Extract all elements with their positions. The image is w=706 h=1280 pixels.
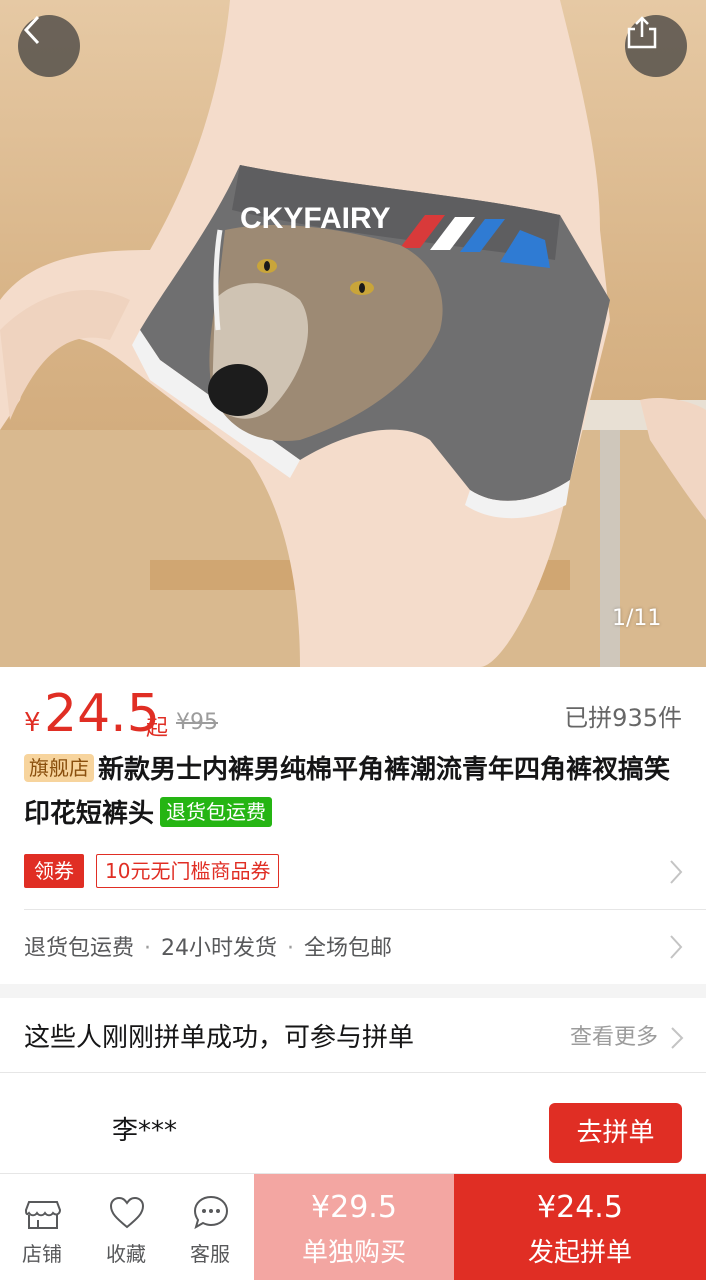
product-title-text: 新款男士内裤男纯棉平角裤潮流青年四角裤衩搞笑印花短裤头 — [24, 755, 671, 829]
favorite-label: 收藏 — [106, 1242, 146, 1266]
divider — [24, 909, 706, 910]
service-guarantee-row[interactable]: 退货包运费 · 24小时发货 · 全场包邮 — [24, 930, 684, 966]
product-photo: CKYFAIRY — [0, 0, 706, 667]
share-icon — [627, 16, 657, 49]
section-gap — [0, 984, 706, 998]
coupon-ticket: 10元无门槛商品券 — [96, 854, 280, 888]
flagship-store-tag: 旗舰店 — [24, 754, 94, 782]
price-value: 24.5 — [44, 684, 160, 744]
shop-label: 店铺 — [22, 1242, 62, 1266]
price-currency: ¥ — [24, 708, 41, 738]
buy-alone-label: 单独购买 — [301, 1238, 406, 1268]
buy-alone-price: ¥29.5 — [311, 1190, 397, 1225]
coupon-row[interactable]: 领券 10元无门槛商品券 — [24, 853, 684, 891]
price-suffix: 起 — [146, 716, 169, 741]
start-group-buy-button[interactable]: ¥24.5 发起拼单 — [454, 1174, 706, 1280]
favorite-button[interactable]: 收藏 — [84, 1174, 168, 1280]
separator-dot: · — [144, 936, 152, 961]
see-more-label: 查看更多 — [569, 1025, 658, 1050]
group-buy-price: ¥24.5 — [537, 1190, 623, 1225]
join-group-button[interactable]: 去拼单 — [549, 1103, 682, 1163]
group-buy-item: 李*** 去拼单 — [0, 1090, 706, 1172]
buy-alone-button[interactable]: ¥29.5 单独购买 — [254, 1174, 454, 1280]
product-title: 旗舰店 新款男士内裤男纯棉平角裤潮流青年四角裤衩搞笑印花短裤头 退货包运费 — [24, 748, 684, 836]
see-more-link[interactable]: 查看更多 — [570, 1016, 684, 1060]
sold-count: 已拼935件 — [564, 704, 682, 732]
shop-icon — [24, 1201, 62, 1229]
customer-service-button[interactable]: 客服 — [168, 1174, 252, 1280]
group-buy-title: 这些人刚刚拼单成功，可参与拼单 — [24, 1023, 415, 1053]
service-item: 全场包邮 — [304, 936, 393, 961]
original-price: ¥95 — [176, 710, 218, 735]
svg-text:CKYFAIRY: CKYFAIRY — [240, 202, 391, 235]
shop-button[interactable]: 店铺 — [0, 1174, 84, 1280]
service-item: 退货包运费 — [24, 936, 135, 961]
share-button[interactable] — [625, 15, 687, 77]
service-item: 24小时发货 — [161, 936, 278, 961]
chevron-right-icon — [670, 860, 683, 884]
back-arrow-icon — [23, 15, 40, 45]
group-buy-header: 这些人刚刚拼单成功，可参与拼单 查看更多 — [24, 1016, 684, 1060]
image-page-indicator: 1/11 — [612, 606, 662, 631]
bottom-action-bar: 店铺 收藏 客服 ¥29.5 单独购买 ¥24.5 发起拼单 — [0, 1173, 706, 1280]
separator-dot: · — [287, 936, 295, 961]
chevron-right-icon — [671, 1027, 684, 1049]
coupon-badge: 领券 — [24, 854, 84, 888]
heart-icon — [109, 1196, 145, 1229]
product-image-carousel[interactable]: CKYFAIRY 1/11 — [0, 0, 706, 667]
group-buy-label: 发起拼单 — [527, 1238, 632, 1268]
chevron-right-icon — [670, 935, 683, 959]
back-button[interactable] — [18, 15, 80, 77]
group-user-name: 李*** — [112, 1116, 178, 1146]
free-return-tag: 退货包运费 — [160, 797, 273, 827]
customer-service-label: 客服 — [190, 1242, 230, 1266]
chat-bubble-icon — [193, 1195, 229, 1230]
divider — [0, 1072, 706, 1073]
price-row: ¥ 24.5 起 ¥95 已拼935件 — [24, 684, 684, 744]
